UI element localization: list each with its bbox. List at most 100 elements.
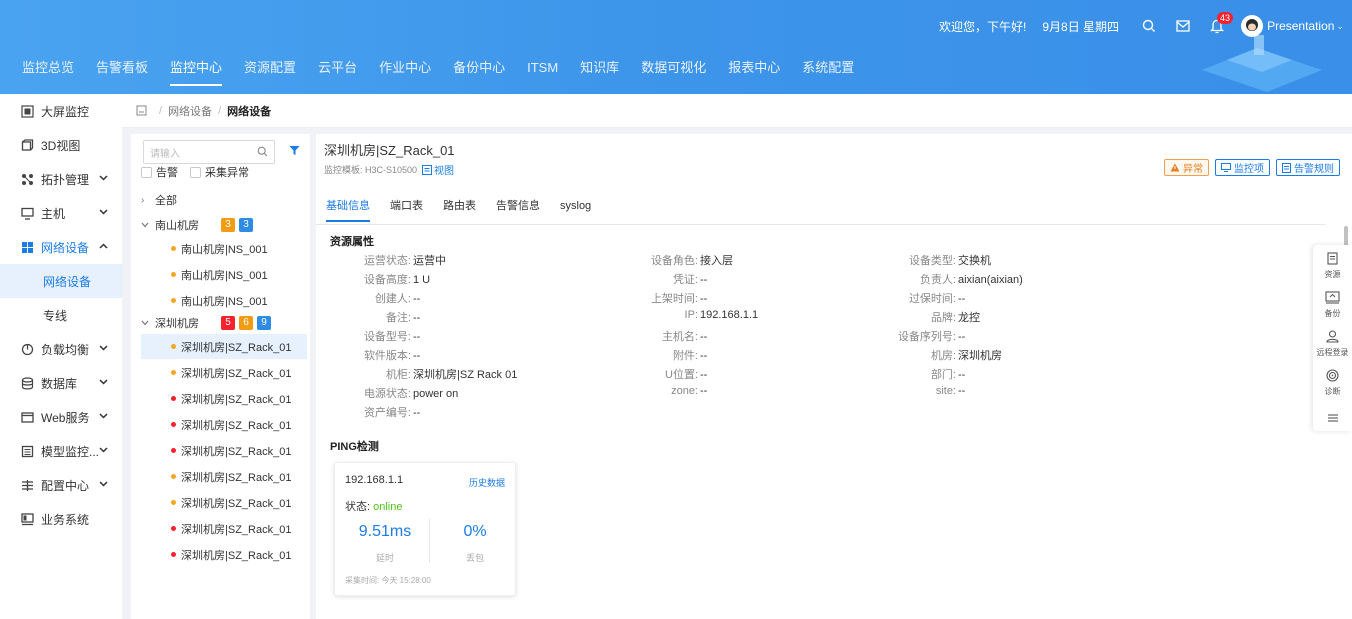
- nav-item-7[interactable]: ITSM: [516, 52, 569, 94]
- avatar[interactable]: [1241, 15, 1264, 37]
- sidebar-item-9[interactable]: 配置中心: [0, 468, 122, 502]
- nav-item-6[interactable]: 备份中心: [442, 52, 516, 94]
- home-icon[interactable]: [136, 105, 147, 116]
- nav-item-1[interactable]: 告警看板: [85, 52, 159, 94]
- chevron-down-icon[interactable]: [141, 318, 155, 329]
- ping-card: 192.168.1.1 历史数据 状态: online 9.51ms 0% 延时…: [334, 462, 516, 596]
- chevron-down-icon[interactable]: [99, 207, 108, 217]
- sidebar-item-3[interactable]: 主机: [0, 196, 122, 230]
- chevron-up-icon[interactable]: [99, 241, 108, 251]
- chevron-down-icon[interactable]: [99, 479, 108, 489]
- collapse-icon[interactable]: [1313, 413, 1352, 425]
- tree-leaf[interactable]: 南山机房|NS_001: [141, 236, 307, 261]
- attribute-value: --: [958, 331, 966, 343]
- nav-item-8[interactable]: 知识库: [569, 52, 630, 94]
- tree-leaf[interactable]: 南山机房|NS_001: [141, 288, 307, 313]
- tree-leaf[interactable]: 深圳机房|SZ_Rack_01: [141, 516, 307, 541]
- chevron-down-icon[interactable]: [141, 220, 155, 231]
- sidebar-item-6[interactable]: 数据库: [0, 366, 122, 400]
- attribute-item: 设备角色: 接入层: [608, 252, 733, 268]
- breadcrumb: / 网络设备 / 网络设备: [122, 94, 1352, 128]
- chevron-down-icon[interactable]: [99, 343, 108, 353]
- sidebar-item-label: 模型监控...: [41, 444, 100, 459]
- breadcrumb-separator: /: [218, 104, 222, 117]
- tree-group[interactable]: 深圳机房 5 6 9: [141, 314, 271, 332]
- database-icon: [20, 376, 34, 390]
- filter-icon[interactable]: [289, 145, 300, 159]
- attribute-value: 深圳机房: [958, 350, 1002, 362]
- tree-node-all[interactable]: › 全部: [141, 192, 177, 208]
- history-data-link[interactable]: 历史数据: [469, 476, 505, 489]
- tree-group[interactable]: 南山机房 3 3: [141, 216, 253, 234]
- attribute-key: 创建人:: [374, 293, 411, 305]
- chevron-down-icon[interactable]: [99, 377, 108, 387]
- tool-resource[interactable]: 资源: [1313, 252, 1352, 280]
- nav-item-2[interactable]: 监控中心: [159, 52, 233, 94]
- tree-leaf-label: 南山机房|NS_001: [181, 269, 268, 282]
- alarm-rules-button[interactable]: 告警规则: [1276, 159, 1340, 176]
- nav-item-5[interactable]: 作业中心: [368, 52, 442, 94]
- search-icon[interactable]: [1135, 12, 1163, 40]
- tree-search-input[interactable]: 请输入: [143, 140, 275, 164]
- attribute-key: 电源状态:: [363, 388, 411, 400]
- nav-item-3[interactable]: 资源配置: [233, 52, 307, 94]
- tool-remote-login[interactable]: 远程登录: [1313, 330, 1352, 358]
- tool-backup[interactable]: 备份: [1313, 291, 1352, 319]
- attribute-value: 1 U: [413, 274, 431, 286]
- breadcrumb-item-parent[interactable]: 网络设备: [168, 103, 212, 119]
- chevron-right-icon[interactable]: ›: [141, 195, 155, 206]
- chevron-down-icon[interactable]: [99, 173, 108, 183]
- abnormal-button[interactable]: 异常: [1164, 159, 1209, 176]
- tree-leaf[interactable]: 深圳机房|SZ_Rack_01: [141, 334, 307, 359]
- chevron-down-icon[interactable]: [99, 411, 108, 421]
- breadcrumb-separator: /: [159, 104, 163, 117]
- sidebar-subitem-0[interactable]: 网络设备: [0, 264, 122, 298]
- sidebar-item-1[interactable]: 3D视图: [0, 128, 122, 162]
- tree-leaf[interactable]: 深圳机房|SZ_Rack_01: [141, 360, 307, 385]
- tool-label: 诊断: [1324, 387, 1341, 396]
- nav-item-9[interactable]: 数据可视化: [630, 52, 717, 94]
- nav-item-0[interactable]: 监控总览: [0, 52, 85, 94]
- count-badge: 9: [257, 316, 271, 330]
- collect-time: 采集时间: 今天 15:28:00: [345, 576, 431, 585]
- bell-icon[interactable]: 43: [1203, 12, 1234, 40]
- tab-0[interactable]: 基础信息: [326, 193, 370, 222]
- tool-diagnose[interactable]: 诊断: [1313, 369, 1352, 397]
- alarm-checkbox[interactable]: [141, 166, 152, 178]
- tree-leaf[interactable]: 深圳机房|SZ_Rack_01: [141, 412, 307, 437]
- mail-icon[interactable]: [1169, 12, 1197, 40]
- tab-4[interactable]: syslog: [560, 193, 591, 219]
- nav-item-11[interactable]: 系统配置: [791, 52, 865, 94]
- sidebar-item-7[interactable]: Web服务: [0, 400, 122, 434]
- attribute-item: 机柜: 深圳机房|SZ Rack 01: [321, 366, 517, 382]
- sidebar-item-5[interactable]: 负载均衡: [0, 332, 122, 366]
- tree-leaf[interactable]: 深圳机房|SZ_Rack_01: [141, 490, 307, 515]
- sidebar-item-10[interactable]: 业务系统: [0, 502, 122, 536]
- search-icon[interactable]: [257, 146, 268, 160]
- sidebar-item-2[interactable]: 拓扑管理: [0, 162, 122, 196]
- collect-error-checkbox[interactable]: [190, 166, 201, 178]
- scrollbar[interactable]: [1344, 226, 1348, 246]
- sidebar-item-0[interactable]: 大屏监控: [0, 94, 122, 128]
- tab-3[interactable]: 告警信息: [496, 193, 540, 219]
- tree-group-label: 南山机房: [155, 220, 199, 232]
- sidebar-item-8[interactable]: 模型监控...: [0, 434, 122, 468]
- chevron-down-icon[interactable]: ⌄: [1336, 21, 1344, 32]
- tab-1[interactable]: 端口表: [390, 193, 423, 219]
- user-name[interactable]: Presentation: [1267, 19, 1334, 33]
- monitor-items-button[interactable]: 监控项: [1215, 159, 1270, 176]
- tree-leaf[interactable]: 深圳机房|SZ_Rack_01: [141, 464, 307, 489]
- tab-2[interactable]: 路由表: [443, 193, 476, 219]
- view-link[interactable]: 视图: [422, 162, 454, 177]
- sidebar-item-4[interactable]: 网络设备: [0, 230, 122, 264]
- chevron-down-icon[interactable]: [99, 445, 108, 455]
- attribute-value: --: [700, 293, 708, 305]
- sidebar-subitem-1[interactable]: 专线: [0, 298, 122, 332]
- nav-item-10[interactable]: 报表中心: [717, 52, 791, 94]
- tree-leaf[interactable]: 深圳机房|SZ_Rack_01: [141, 542, 307, 567]
- tree-leaf[interactable]: 南山机房|NS_001: [141, 262, 307, 287]
- tree-leaf[interactable]: 深圳机房|SZ_Rack_01: [141, 386, 307, 411]
- attribute-item: 过保时间: --: [866, 290, 965, 306]
- tree-leaf[interactable]: 深圳机房|SZ_Rack_01: [141, 438, 307, 463]
- nav-item-4[interactable]: 云平台: [307, 52, 368, 94]
